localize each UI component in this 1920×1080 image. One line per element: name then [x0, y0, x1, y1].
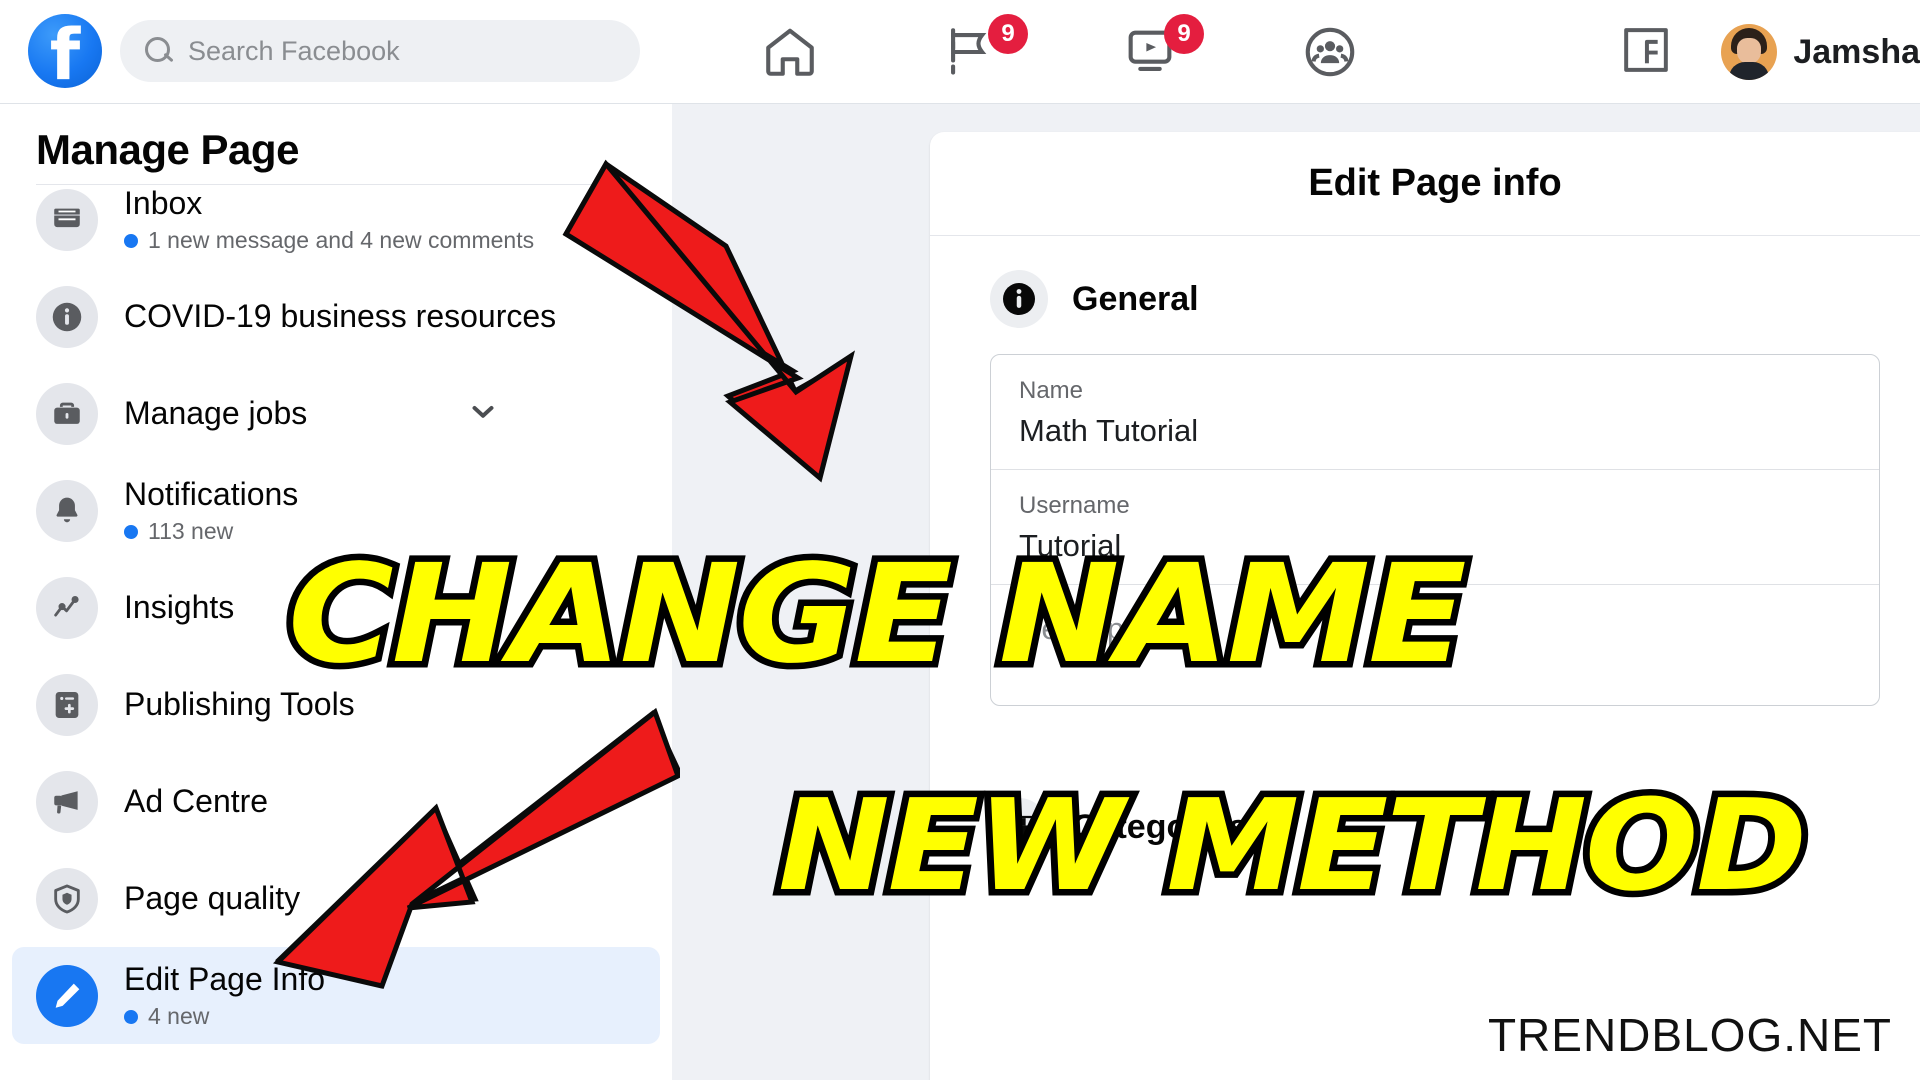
sidebar-item-sub-text: 4 new: [148, 1003, 210, 1030]
unread-dot: [124, 524, 138, 539]
section-categories: Categories: [930, 706, 1920, 882]
nav-watch-button[interactable]: 9: [1060, 0, 1240, 104]
sidebar-item-label: COVID-19 business resources: [124, 298, 557, 335]
sidebar-item-label: Notifications: [124, 475, 299, 512]
nav-pages-button[interactable]: 9: [880, 0, 1060, 104]
publishing-tools-icon: [36, 673, 98, 736]
sidebar-item-sub: 113 new: [124, 518, 298, 545]
shield-icon: [36, 867, 98, 930]
top-navigation-bar: f Search Facebook 9 9 Jamsha: [0, 0, 1920, 104]
sidebar-item-publishing-tools[interactable]: Publishing Tools: [12, 656, 660, 753]
nav-right-group: Jamsha: [1571, 0, 1920, 104]
sidebar-item-ad-centre[interactable]: Ad Centre: [12, 753, 660, 850]
name-field-value: Math Tutorial: [1019, 413, 1199, 448]
unread-dot: [124, 233, 138, 248]
card-header: Edit Page info: [930, 132, 1920, 236]
briefcase-icon: [36, 382, 98, 445]
section-label: General: [1072, 279, 1199, 318]
username-field-label: Username: [1019, 492, 1130, 519]
sidebar-item-insights[interactable]: Insights: [12, 559, 660, 656]
nav-gaming-button[interactable]: [1571, 0, 1721, 104]
general-fields: Name Math Tutorial Username Tutorial Des…: [990, 354, 1880, 706]
edit-page-info-card: Edit Page info General Name Math Tutoria…: [930, 132, 1920, 1080]
home-icon: [761, 23, 819, 81]
gaming-icon: [1618, 22, 1674, 83]
sidebar-item-label: Inbox: [124, 184, 203, 221]
sidebar-item-label: Ad Centre: [124, 783, 269, 820]
username-field-value: Tutorial: [1019, 528, 1122, 563]
screenshot-root: f Search Facebook 9 9 Jamsha Manage Page…: [0, 0, 1920, 1080]
card-title: Edit Page info: [1308, 162, 1562, 204]
sidebar-item-label: Manage jobs: [124, 395, 308, 432]
name-field-label: Name: [1019, 377, 1084, 404]
sidebar-item-inbox[interactable]: Inbox 1 new message and 4 new comments: [12, 171, 660, 268]
sidebar-item-notifications[interactable]: Notifications 113 new: [12, 462, 660, 559]
sidebar-item-sub-text: 1 new message and 4 new comments: [148, 227, 535, 254]
profile-button[interactable]: Jamsha: [1721, 24, 1920, 80]
pencil-icon: [36, 964, 98, 1027]
sidebar-item-edit-page-info[interactable]: Edit Page Info 4 new: [12, 947, 660, 1044]
watermark: TRENDBLOG.NET: [1487, 1009, 1892, 1061]
sidebar-item-list: Inbox 1 new message and 4 new comments C…: [0, 171, 672, 1044]
name-field[interactable]: Name Math Tutorial: [991, 355, 1879, 470]
sidebar-item-sub: 4 new: [124, 1003, 325, 1030]
pages-badge: 9: [988, 14, 1028, 54]
categories-icon: [990, 798, 1048, 856]
search-icon: [144, 36, 174, 66]
sidebar-item-covid-resources[interactable]: COVID-19 business resources: [12, 268, 660, 365]
search-input[interactable]: Search Facebook: [120, 20, 640, 82]
sidebar-item-label: Edit Page Info: [124, 960, 326, 997]
nav-groups-button[interactable]: [1240, 0, 1420, 104]
unread-dot: [124, 1009, 138, 1024]
watch-badge: 9: [1164, 14, 1204, 54]
sidebar-item-label: Page quality: [124, 880, 301, 917]
chevron-down-icon[interactable]: [466, 394, 500, 433]
bell-icon: [36, 479, 98, 542]
info-icon: [36, 285, 98, 348]
nav-home-button[interactable]: [700, 0, 880, 104]
section-label: Categories: [1072, 807, 1248, 846]
section-general: General: [930, 236, 1920, 354]
profile-name: Jamsha: [1793, 32, 1920, 71]
sidebar-item-sub-text: 113 new: [148, 518, 234, 545]
sidebar-item-page-quality[interactable]: Page quality: [12, 850, 660, 947]
search-placeholder: Search Facebook: [188, 35, 400, 66]
nav-icon-group: 9 9: [700, 0, 1420, 104]
info-icon: [990, 270, 1048, 328]
username-field[interactable]: Username Tutorial: [991, 470, 1879, 585]
sidebar-item-manage-jobs[interactable]: Manage jobs: [12, 365, 660, 462]
page-body: Manage Page Inbox 1 new message and 4 ne…: [0, 104, 1920, 1080]
manage-page-sidebar: Manage Page Inbox 1 new message and 4 ne…: [0, 104, 672, 1080]
avatar: [1721, 24, 1778, 80]
description-field[interactable]: Description: [991, 585, 1879, 705]
sidebar-item-label: Insights: [124, 589, 235, 626]
sidebar-item-label: Publishing Tools: [124, 686, 355, 723]
groups-icon: [1301, 23, 1359, 81]
inbox-icon: [36, 188, 98, 251]
megaphone-icon: [36, 770, 98, 833]
description-field-placeholder: Description: [1019, 611, 1175, 646]
insights-chart-icon: [36, 576, 98, 639]
sidebar-item-sub: 1 new message and 4 new comments: [124, 227, 534, 254]
facebook-logo-icon[interactable]: f: [28, 14, 102, 88]
